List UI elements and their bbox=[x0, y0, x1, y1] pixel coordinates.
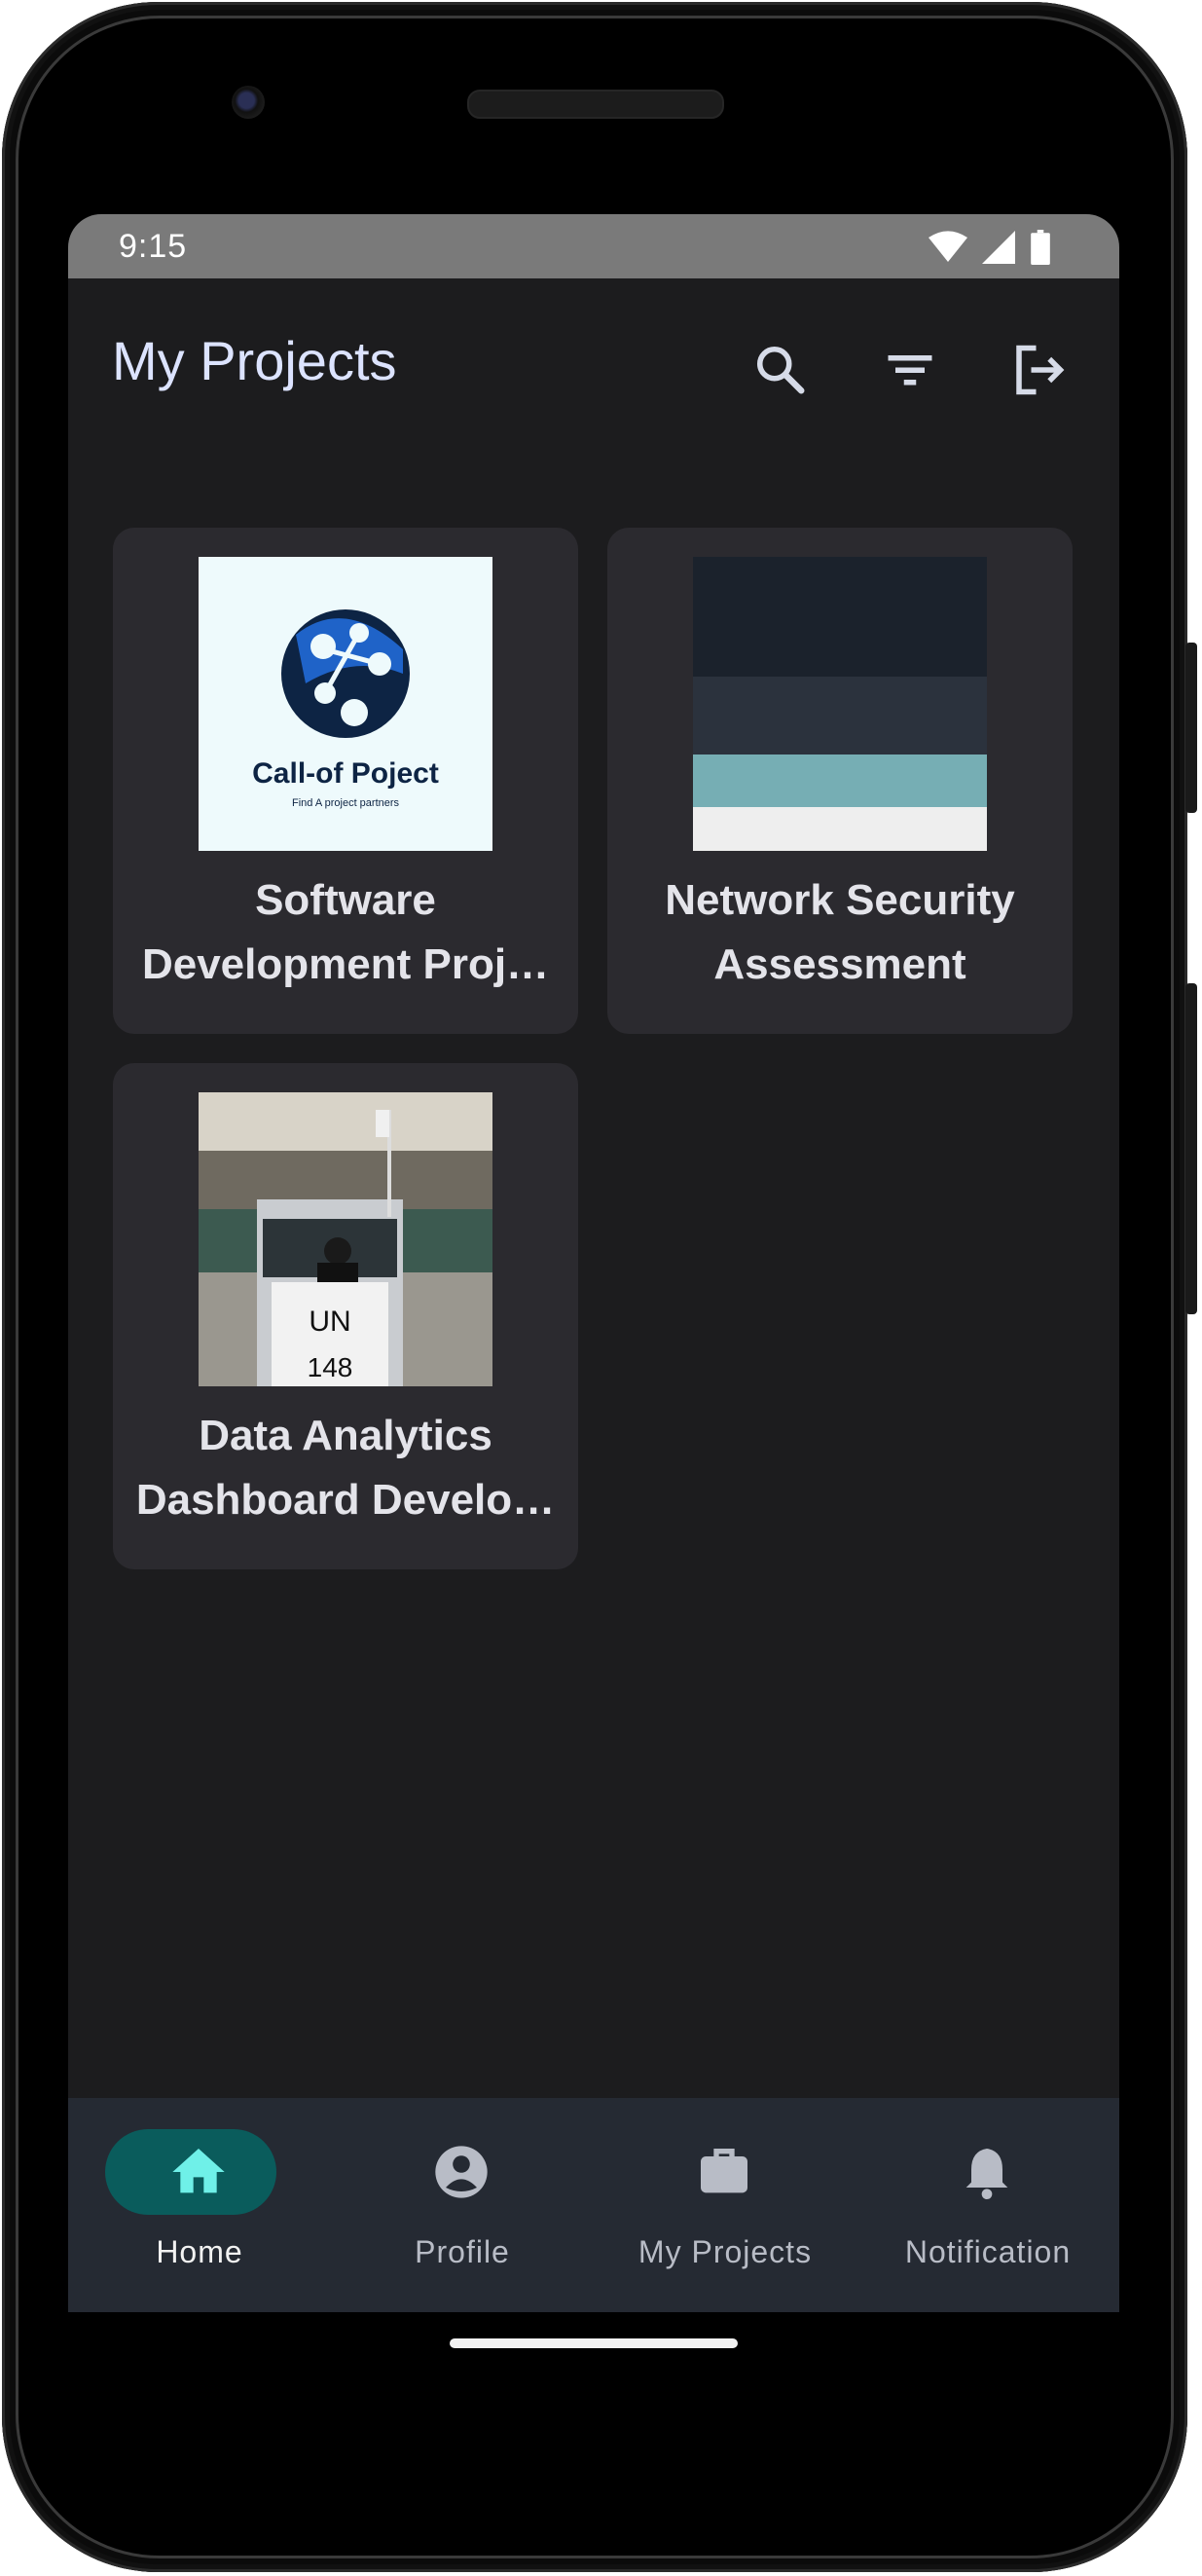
app-screen: 9:15 My Projects Call-of Poject Find A p… bbox=[68, 214, 1119, 2312]
signal-icon bbox=[982, 231, 1015, 264]
logo-text: Call-of Poject bbox=[252, 757, 439, 790]
app-bar: My Projects bbox=[68, 278, 1119, 450]
page-title: My Projects bbox=[112, 330, 397, 391]
project-title: Data Analytics Dashboard Develo… bbox=[135, 1412, 556, 1524]
status-icons bbox=[929, 230, 1051, 265]
project-logo-thumbnail: Call-of Poject Find A project partners bbox=[199, 557, 492, 851]
earpiece-speaker bbox=[467, 90, 724, 119]
bell-icon bbox=[965, 2149, 1008, 2199]
status-time: 9:15 bbox=[119, 228, 188, 265]
nav-label: My Projects bbox=[637, 2234, 813, 2269]
home-icon bbox=[172, 2149, 225, 2193]
logout-icon[interactable] bbox=[1009, 341, 1068, 399]
search-icon[interactable] bbox=[751, 341, 810, 399]
nav-item-notification[interactable]: Notification bbox=[856, 2098, 1119, 2312]
puzzle-globe-logo: Call-of Poject Find A project partners bbox=[252, 609, 439, 809]
power-button bbox=[1185, 643, 1197, 813]
status-bar: 9:15 bbox=[68, 214, 1119, 278]
project-color-thumbnail bbox=[693, 557, 987, 851]
briefcase-icon bbox=[701, 2149, 747, 2193]
volume-button bbox=[1185, 983, 1197, 1314]
nav-item-home[interactable]: Home bbox=[68, 2098, 331, 2312]
project-card[interactable]: Call-of Poject Find A project partners S… bbox=[113, 528, 578, 1034]
project-title: Software Development Proj… bbox=[141, 876, 550, 988]
wifi-icon bbox=[929, 231, 967, 262]
nav-label: Profile bbox=[415, 2234, 510, 2269]
home-indicator[interactable] bbox=[450, 2338, 738, 2348]
battery-icon bbox=[1031, 230, 1050, 265]
sign-text: UN bbox=[309, 1306, 350, 1338]
bottom-navigation: Home Profile My Projects Notification bbox=[68, 2098, 1119, 2312]
project-photo-thumbnail: UN 148 bbox=[199, 1092, 492, 1386]
sign-number: 148 bbox=[308, 1352, 353, 1382]
filter-icon[interactable] bbox=[881, 341, 939, 399]
project-card[interactable]: Network Security Assessment bbox=[607, 528, 1073, 1034]
project-card[interactable]: UN 148 Data Analytics Dashboard Develo… bbox=[113, 1063, 578, 1569]
nav-item-my-projects[interactable]: My Projects bbox=[594, 2098, 856, 2312]
logo-tagline: Find A project partners bbox=[292, 797, 400, 809]
front-camera bbox=[232, 86, 265, 119]
nav-label: Notification bbox=[904, 2234, 1072, 2269]
nav-label: Home bbox=[156, 2234, 243, 2269]
nav-item-profile[interactable]: Profile bbox=[331, 2098, 594, 2312]
account-circle-icon bbox=[435, 2146, 488, 2198]
checkpoint-photo: UN 148 bbox=[199, 1092, 492, 1386]
project-title: Network Security Assessment bbox=[665, 876, 1015, 988]
